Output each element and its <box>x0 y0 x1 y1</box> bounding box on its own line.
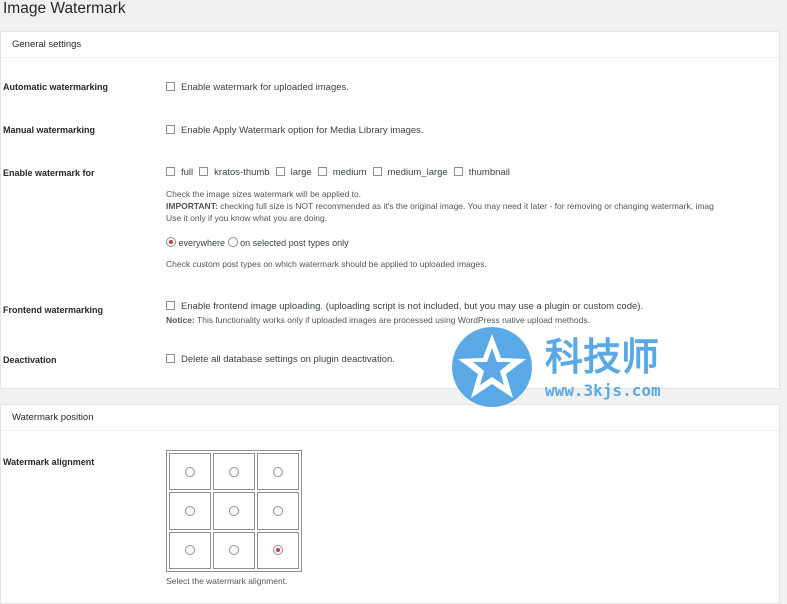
alignment-cell-bottom-left[interactable] <box>169 531 211 569</box>
important-strong: IMPORTANT: <box>166 201 218 211</box>
post-type-radio-group: everywhere on selected post types only <box>166 237 349 248</box>
deactivation-text: Delete all database settings on plugin d… <box>181 354 395 365</box>
size-label-full: full <box>181 167 194 178</box>
automatic-watermarking-label: Automatic watermarking <box>3 82 109 92</box>
important-text: checking full size is NOT recommended as… <box>217 201 714 211</box>
size-checkbox-medium[interactable] <box>317 167 327 176</box>
alignment-radio-top-left[interactable] <box>185 466 195 477</box>
automatic-watermarking-text: Enable watermark for uploaded images. <box>181 82 349 93</box>
image-sizes-description: Check the image sizes watermark will be … <box>166 189 362 199</box>
size-label-kratos-thumb: kratos-thumb <box>214 167 270 178</box>
alignment-radio-bottom-left[interactable] <box>185 545 195 556</box>
manual-watermarking-text: Enable Apply Watermark option for Media … <box>181 125 424 136</box>
alignment-cell-top-right[interactable] <box>257 453 299 491</box>
watermark-position-panel: Watermark position <box>0 404 780 604</box>
alignment-cell-middle-left[interactable] <box>169 492 211 530</box>
deactivation-field[interactable]: Delete all database settings on plugin d… <box>166 354 395 365</box>
automatic-watermarking-field[interactable]: Enable watermark for uploaded images. <box>166 82 349 93</box>
size-checkbox-thumbnail[interactable] <box>453 167 463 176</box>
manual-watermarking-label: Manual watermarking <box>3 125 96 135</box>
page-title: Image Watermark <box>3 0 126 17</box>
alignment-cell-middle-center[interactable] <box>213 492 255 530</box>
image-sizes-group: full kratos-thumb large medium medium_large t… <box>166 167 516 178</box>
radio-selected-post-types-label: on selected post types only <box>240 238 349 248</box>
general-settings-heading: General settings <box>1 32 779 58</box>
alignment-radio-middle-center[interactable] <box>229 505 239 516</box>
frontend-watermarking-text: Enable frontend image uploading. (upload… <box>181 301 644 312</box>
watermark-url-text: www.3kjs.com <box>545 381 661 400</box>
manual-watermarking-checkbox[interactable] <box>166 125 175 134</box>
alignment-description: Select the watermark alignment. <box>166 576 288 586</box>
alignment-cell-bottom-right[interactable] <box>257 531 299 569</box>
important-note: IMPORTANT: checking full size is NOT rec… <box>166 201 780 212</box>
alignment-radio-top-right[interactable] <box>273 466 283 477</box>
alignment-cell-middle-right[interactable] <box>257 492 299 530</box>
use-only-note: Use it only if you know what you are doi… <box>166 213 328 223</box>
size-checkbox-full[interactable] <box>166 167 175 176</box>
watermark-alignment-label: Watermark alignment <box>3 457 95 467</box>
size-label-medium-large: medium_large <box>387 167 448 178</box>
size-checkbox-kratos-thumb[interactable] <box>199 167 209 176</box>
size-label-large: large <box>290 167 312 178</box>
alignment-cell-top-center[interactable] <box>213 453 255 491</box>
alignment-radio-middle-right[interactable] <box>273 505 283 516</box>
radio-everywhere-label: everywhere <box>178 238 226 248</box>
alignment-radio-middle-left[interactable] <box>185 505 195 516</box>
alignment-grid <box>166 450 302 572</box>
notice-strong: Notice: <box>166 315 195 325</box>
deactivation-label: Deactivation <box>3 355 57 365</box>
post-types-description: Check custom post types on which waterma… <box>166 259 487 269</box>
alignment-radio-top-center[interactable] <box>229 466 239 477</box>
size-checkbox-medium-large[interactable] <box>372 167 382 176</box>
enable-watermark-for-label: Enable watermark for <box>3 168 95 178</box>
frontend-watermarking-checkbox[interactable] <box>166 301 175 310</box>
alignment-radio-bottom-center[interactable] <box>229 545 239 556</box>
frontend-watermarking-field[interactable]: Enable frontend image uploading. (upload… <box>166 301 643 312</box>
radio-everywhere[interactable] <box>166 237 176 247</box>
deactivation-checkbox[interactable] <box>166 354 175 363</box>
size-label-thumbnail: thumbnail <box>468 167 510 178</box>
frontend-watermarking-label: Frontend watermarking <box>3 305 104 315</box>
site-watermark-logo: 科技师 www.3kjs.com <box>452 327 661 407</box>
alignment-radio-bottom-right[interactable] <box>273 545 283 556</box>
alignment-cell-top-left[interactable] <box>169 453 211 491</box>
size-checkbox-large[interactable] <box>275 167 285 176</box>
size-label-medium: medium <box>332 167 367 178</box>
watermark-brand-text: 科技师 <box>545 335 659 379</box>
alignment-cell-bottom-center[interactable] <box>213 531 255 569</box>
automatic-watermarking-checkbox[interactable] <box>166 82 175 91</box>
manual-watermarking-field[interactable]: Enable Apply Watermark option for Media … <box>166 125 424 136</box>
radio-selected-post-types[interactable] <box>227 237 238 247</box>
